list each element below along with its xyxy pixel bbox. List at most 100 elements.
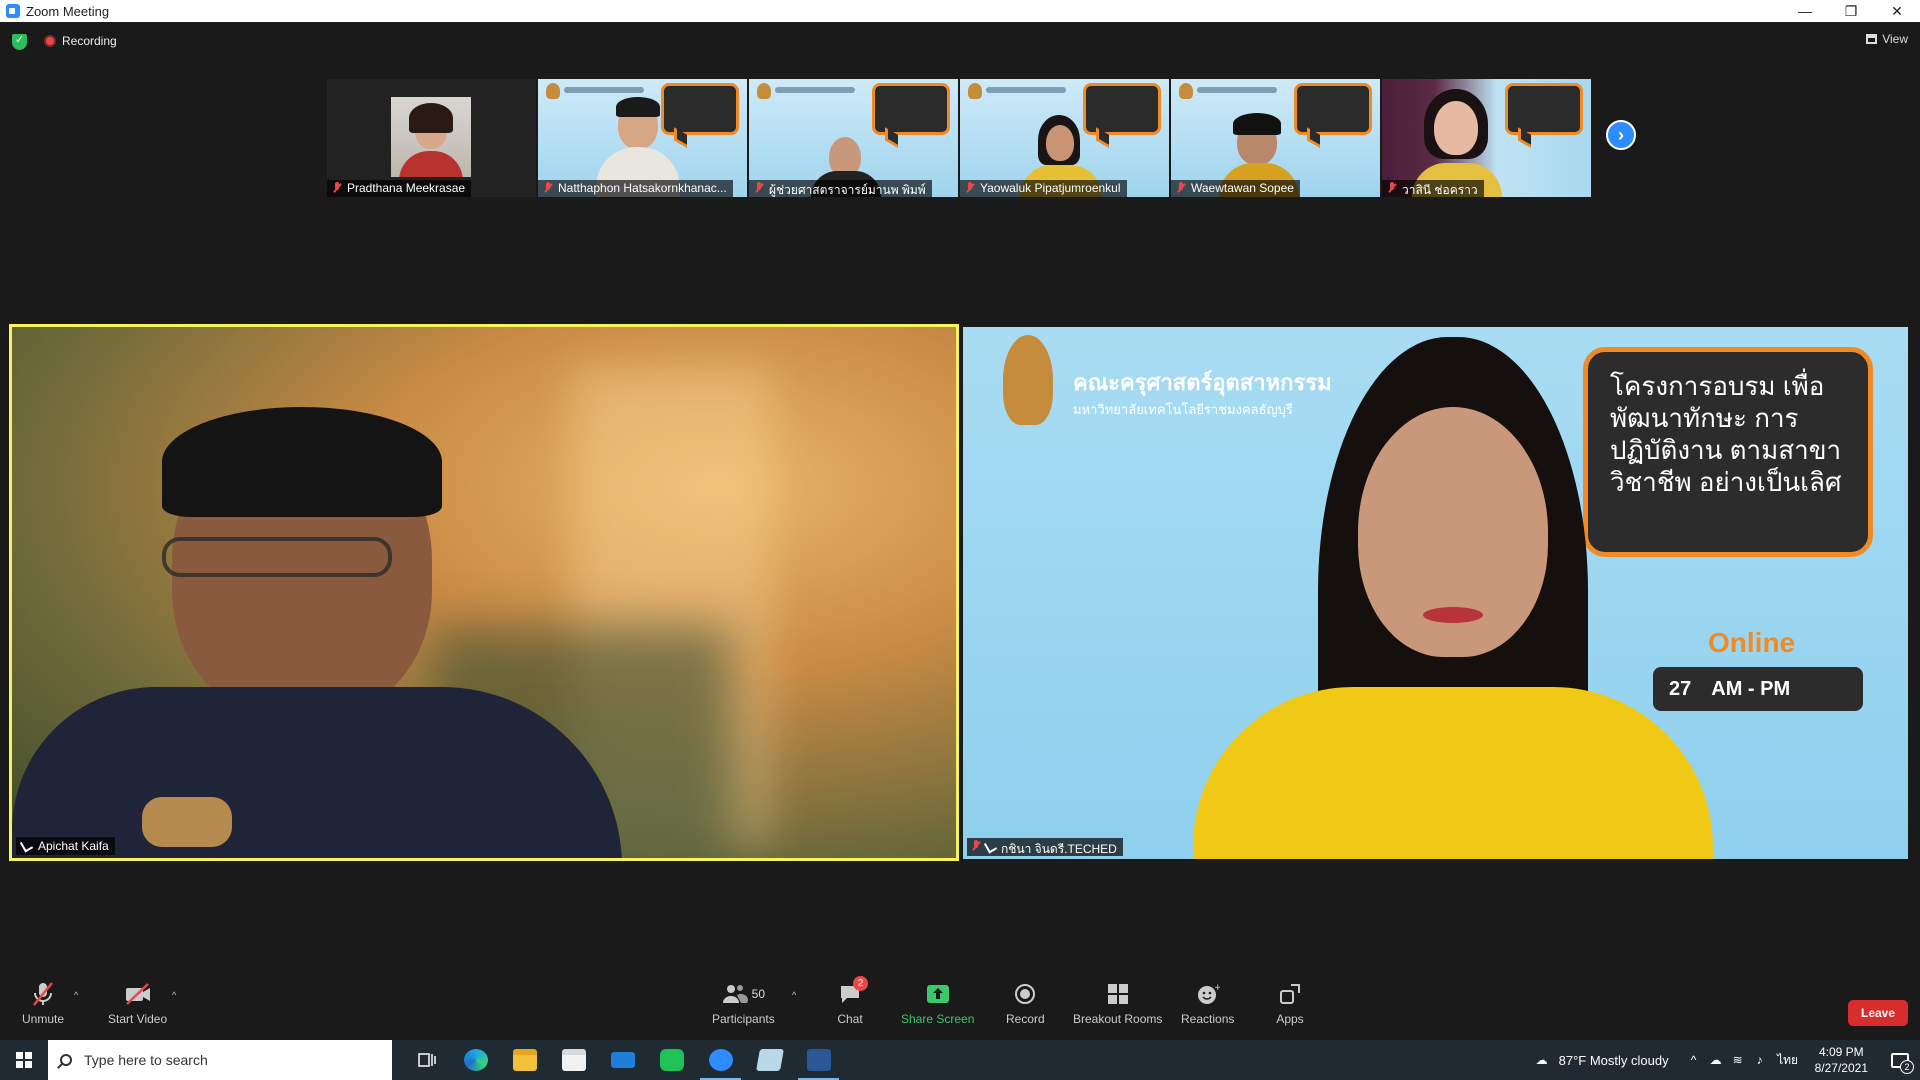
mic-muted-icon bbox=[1175, 182, 1187, 195]
folder-icon bbox=[512, 1049, 537, 1071]
meeting-area: Recording View Pradthana Meekrasae bbox=[0, 22, 1920, 1040]
video-name-label: Apichat Kaifa bbox=[16, 837, 115, 855]
start-video-button[interactable]: Start Video bbox=[108, 980, 167, 1026]
participant-tile[interactable]: วาสินี ช่อคราว bbox=[1382, 79, 1591, 197]
recording-indicator[interactable]: Recording bbox=[44, 34, 117, 48]
share-screen-icon bbox=[924, 980, 952, 1008]
active-speaker-video[interactable]: Apichat Kaifa bbox=[9, 324, 959, 861]
slide-org-line2: มหาวิทยาลัยเทคโนโลยีราชมงคลธัญบุรี bbox=[1073, 402, 1293, 417]
leave-button[interactable]: Leave bbox=[1848, 1000, 1908, 1026]
view-button[interactable]: View bbox=[1866, 32, 1908, 46]
chat-icon: 2 bbox=[836, 976, 868, 1008]
apps-button[interactable]: Apps bbox=[1276, 980, 1304, 1026]
clock-time: 4:09 PM bbox=[1818, 1045, 1864, 1059]
eyeglasses bbox=[162, 537, 392, 577]
speaker-suit bbox=[12, 687, 622, 858]
meeting-toolbar: Unmute ^ Start Video ^ 50 Participants ^… bbox=[0, 972, 1920, 1040]
university-crest-icon bbox=[1179, 83, 1193, 99]
participant-name-label: ผู้ช่วยศาสตราจารย์มานพ พิมพ์ bbox=[749, 180, 932, 197]
participants-icon: 50 bbox=[713, 980, 773, 1008]
weather-text[interactable]: 87°F Mostly cloudy bbox=[1559, 1053, 1669, 1068]
restore-button[interactable]: ❐ bbox=[1828, 0, 1874, 22]
chat-button[interactable]: 2 Chat bbox=[836, 976, 868, 1026]
svg-text:+: + bbox=[1214, 983, 1220, 993]
slide-org-line1: คณะครุศาสตร์อุตสาหกรรม bbox=[1073, 370, 1332, 395]
mic-muted-icon bbox=[1386, 182, 1398, 195]
university-crest-icon bbox=[968, 83, 982, 99]
participant-name-label: Waewtawan Sopee bbox=[1171, 180, 1300, 197]
file-explorer-button[interactable] bbox=[500, 1040, 549, 1080]
input-language-indicator[interactable]: ไทย bbox=[1771, 1040, 1805, 1080]
participants-count: 50 bbox=[751, 987, 766, 1001]
close-button[interactable]: ✕ bbox=[1874, 0, 1920, 22]
task-view-icon bbox=[417, 1053, 436, 1067]
slide-board-text: โครงการอบรม เพื่อพัฒนาทักษะ การปฏิบัติงา… bbox=[1610, 371, 1842, 497]
edge-icon bbox=[463, 1049, 488, 1071]
recording-label: Recording bbox=[62, 34, 117, 48]
participant-name-label: Natthaphon Hatsakornkhanac... bbox=[538, 180, 733, 197]
video-options-caret-icon[interactable]: ^ bbox=[172, 990, 176, 1000]
taskbar-search-box[interactable]: Type here to search bbox=[48, 1040, 392, 1080]
store-button[interactable] bbox=[549, 1040, 598, 1080]
window-controls: — ❐ ✕ bbox=[1782, 0, 1920, 22]
pin-icon bbox=[983, 839, 998, 854]
mic-muted-icon bbox=[29, 980, 57, 1008]
apps-icon bbox=[1276, 980, 1304, 1008]
video-name-label: กชินา จินดรี.TECHED bbox=[967, 838, 1123, 856]
start-button[interactable] bbox=[0, 1040, 48, 1080]
participant-tile[interactable]: Pradthana Meekrasae bbox=[327, 79, 536, 197]
windows-logo-icon bbox=[16, 1052, 32, 1068]
onedrive-cloud-icon[interactable]: ☁ bbox=[1705, 1040, 1727, 1080]
edge-browser-button[interactable] bbox=[451, 1040, 500, 1080]
meeting-topbar: Recording View bbox=[0, 22, 1920, 62]
participant-tile[interactable]: Waewtawan Sopee bbox=[1171, 79, 1380, 197]
participant-video[interactable]: คณะครุศาสตร์อุตสาหกรรม มหาวิทยาลัยเทคโนโ… bbox=[963, 327, 1908, 859]
speaker-volume-icon[interactable]: ♪ bbox=[1749, 1040, 1771, 1080]
slide-online-text: Online bbox=[1708, 627, 1796, 658]
slide-date-badge: 27 AM - PM bbox=[1653, 667, 1863, 711]
record-icon bbox=[1011, 980, 1039, 1008]
show-hidden-icons-chevron-icon[interactable]: ^ bbox=[1683, 1040, 1705, 1080]
mail-button[interactable] bbox=[598, 1040, 647, 1080]
participant-tile[interactable]: Natthaphon Hatsakornkhanac... bbox=[538, 79, 747, 197]
participants-button[interactable]: 50 Participants bbox=[712, 980, 775, 1026]
view-label: View bbox=[1882, 32, 1908, 46]
minimize-button[interactable]: — bbox=[1782, 0, 1828, 22]
action-center-button[interactable]: 2 bbox=[1880, 1040, 1920, 1080]
participant-tile[interactable]: Yaowaluk Pipatjumroenkul bbox=[960, 79, 1169, 197]
wifi-icon[interactable]: ≋ bbox=[1727, 1040, 1749, 1080]
audio-options-caret-icon[interactable]: ^ bbox=[74, 990, 78, 1000]
speaker-hair bbox=[162, 407, 442, 517]
participant-tile[interactable]: ผู้ช่วยศาสตราจารย์มานพ พิมพ์ bbox=[749, 79, 958, 197]
word-app-button[interactable] bbox=[794, 1040, 843, 1080]
system-tray: ☁ 87°F Mostly cloudy ^ ☁ ≋ ♪ ไทย 4:09 PM… bbox=[1525, 1040, 1920, 1080]
slide-time: AM - PM bbox=[1711, 677, 1791, 700]
window-titlebar: Zoom Meeting — ❐ ✕ bbox=[0, 0, 1920, 22]
zoom-app-button[interactable] bbox=[696, 1040, 745, 1080]
notes-app-button[interactable] bbox=[745, 1040, 794, 1080]
participants-options-caret-icon[interactable]: ^ bbox=[792, 990, 796, 1000]
security-shield-icon[interactable] bbox=[12, 33, 27, 50]
slide-board bbox=[661, 83, 739, 135]
zoom-icon bbox=[708, 1049, 733, 1071]
line-chat-icon bbox=[659, 1049, 684, 1071]
line-app-button[interactable] bbox=[647, 1040, 696, 1080]
breakout-rooms-button[interactable]: Breakout Rooms bbox=[1073, 980, 1162, 1026]
participant-photo bbox=[391, 97, 471, 177]
store-bag-icon bbox=[561, 1049, 586, 1071]
mic-muted-icon bbox=[542, 182, 554, 195]
share-screen-button[interactable]: Share Screen bbox=[901, 980, 974, 1026]
windows-taskbar: Type here to search ☁ 87°F Mostly cloudy… bbox=[0, 1040, 1920, 1080]
reactions-button[interactable]: + Reactions bbox=[1181, 980, 1234, 1026]
next-page-arrow-icon[interactable]: › bbox=[1606, 120, 1636, 150]
participant-lips bbox=[1423, 607, 1483, 623]
unmute-button[interactable]: Unmute bbox=[22, 980, 64, 1026]
notification-count: 2 bbox=[1900, 1060, 1914, 1074]
participant-name-label: Yaowaluk Pipatjumroenkul bbox=[960, 180, 1127, 197]
notes-icon bbox=[755, 1049, 784, 1071]
record-button[interactable]: Record bbox=[1006, 980, 1045, 1026]
zoom-logo-icon bbox=[6, 4, 20, 18]
taskbar-clock[interactable]: 4:09 PM 8/27/2021 bbox=[1815, 1044, 1868, 1076]
breakout-rooms-icon bbox=[1104, 980, 1132, 1008]
task-view-button[interactable] bbox=[402, 1040, 451, 1080]
